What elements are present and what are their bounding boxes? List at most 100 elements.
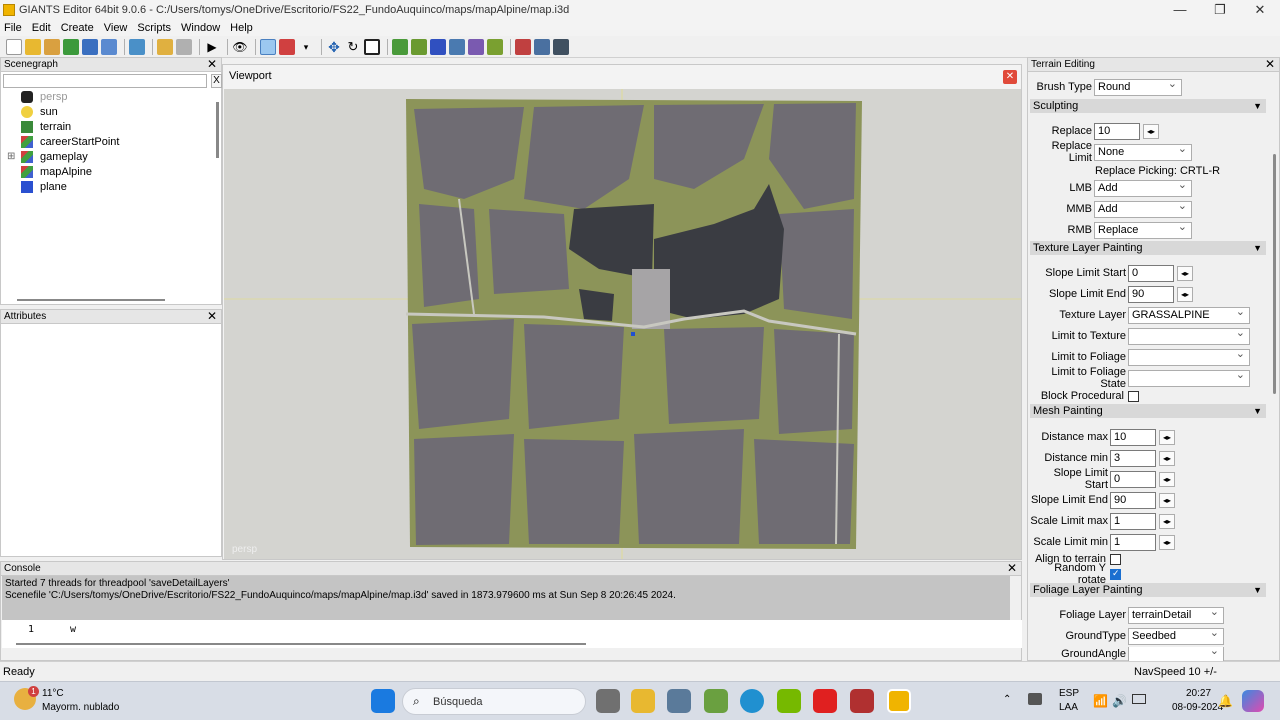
block-procedural-checkbox[interactable] <box>1128 390 1139 402</box>
chevron-down-icon[interactable]: ▾ <box>298 39 314 55</box>
replace-limit-select[interactable]: None <box>1094 142 1192 161</box>
battery-icon[interactable] <box>1132 694 1146 704</box>
select-icon[interactable] <box>260 38 276 55</box>
network-off-icon[interactable] <box>1028 693 1042 705</box>
eye-icon[interactable]: 👁 <box>232 39 248 55</box>
save-icon[interactable] <box>82 38 98 55</box>
limit-to-texture-select[interactable] <box>1128 326 1250 345</box>
menu-view[interactable]: View <box>104 22 128 34</box>
limit-to-foliage-select[interactable] <box>1128 347 1250 366</box>
close-icon[interactable]: ✕ <box>207 58 217 71</box>
marker-icon[interactable] <box>279 38 295 55</box>
foliage-layer-painting-header[interactable]: Foliage Layer Painting ▼ <box>1030 583 1266 597</box>
menu-window[interactable]: Window <box>181 22 220 34</box>
mesh-slope-end-input[interactable]: 90 <box>1110 491 1156 509</box>
edit-file-icon[interactable] <box>44 38 60 55</box>
mesh-slope-start-input[interactable]: 0 <box>1110 470 1156 488</box>
decal-icon[interactable] <box>468 38 484 55</box>
tex-slope-end-spinner[interactable]: ◂▸ <box>1177 286 1193 302</box>
play-icon[interactable]: ▶ <box>204 39 220 55</box>
maximize-button[interactable]: ❐ <box>1200 0 1240 20</box>
redo-icon[interactable] <box>176 38 192 55</box>
terrain-paint-icon[interactable] <box>411 38 427 55</box>
new-file-icon[interactable] <box>6 38 22 55</box>
texture-layer-select[interactable]: GRASSALPINE <box>1128 305 1250 324</box>
limit-to-foliage-state-select[interactable] <box>1128 368 1250 387</box>
scenegraph-item-gameplay[interactable]: gameplay <box>21 149 88 164</box>
youtube-icon[interactable] <box>813 689 837 713</box>
task-view-icon[interactable] <box>596 689 620 713</box>
replace-spinner[interactable]: ◂▸ <box>1143 123 1159 139</box>
sculpting-section-header[interactable]: Sculpting ▼ <box>1030 99 1266 113</box>
mesh-slope-start-spinner[interactable]: ◂▸ <box>1159 471 1175 487</box>
viewport-canvas[interactable]: persp <box>224 89 1021 559</box>
close-icon[interactable]: ✕ <box>1003 70 1017 84</box>
tex-slope-start-input[interactable]: 0 <box>1128 264 1174 282</box>
distance-min-spinner[interactable]: ◂▸ <box>1159 450 1175 466</box>
copilot-icon[interactable] <box>1242 690 1264 712</box>
distance-max-spinner[interactable]: ◂▸ <box>1159 429 1175 445</box>
taskbar-search[interactable]: ⌕ Búsqueda <box>402 688 586 715</box>
minimize-button[interactable]: — <box>1160 0 1200 20</box>
mesh-paint-icon[interactable] <box>449 38 465 55</box>
rmb-select[interactable]: Replace <box>1094 220 1192 239</box>
expand-icon[interactable]: ⊞ <box>7 151 15 162</box>
scale-max-spinner[interactable]: ◂▸ <box>1159 513 1175 529</box>
scenegraph-hscrollbar[interactable] <box>17 299 165 301</box>
nvidia-icon[interactable] <box>777 689 801 713</box>
language-indicator[interactable]: ESP <box>1059 688 1079 699</box>
edge-browser-icon[interactable] <box>740 689 764 713</box>
wifi-icon[interactable]: 📶 <box>1093 694 1108 708</box>
mesh-slope-end-spinner[interactable]: ◂▸ <box>1159 492 1175 508</box>
menu-help[interactable]: Help <box>230 22 253 34</box>
tree-icon[interactable] <box>487 38 503 55</box>
lmb-select[interactable]: Add <box>1094 178 1192 197</box>
notification-bell-icon[interactable]: 🔔 <box>1218 694 1233 708</box>
language-layout[interactable]: LAA <box>1059 702 1078 713</box>
menu-file[interactable]: File <box>4 22 22 34</box>
script-text[interactable]: w <box>70 624 76 635</box>
clock-time[interactable]: 20:27 <box>1186 688 1211 699</box>
close-icon[interactable]: ✕ <box>207 310 217 323</box>
open-folder-icon[interactable] <box>25 38 41 55</box>
xbox-icon[interactable] <box>704 689 728 713</box>
tex-slope-end-input[interactable]: 90 <box>1128 285 1174 303</box>
scale-min-input[interactable]: 1 <box>1110 533 1156 551</box>
scale-icon[interactable] <box>364 38 380 55</box>
move-icon[interactable]: ✥ <box>326 39 342 55</box>
clock-date[interactable]: 08-09-2024 <box>1172 702 1223 713</box>
physics-icon[interactable] <box>515 38 531 55</box>
scenegraph-scrollbar[interactable] <box>216 102 219 158</box>
scenegraph-item-plane[interactable]: plane <box>21 179 67 194</box>
scenegraph-item-persp[interactable]: persp <box>21 89 68 104</box>
console-hscrollbar[interactable] <box>16 643 586 645</box>
ground-type-select[interactable]: Seedbed <box>1128 626 1224 645</box>
terrain-sculpt-icon[interactable] <box>392 38 408 55</box>
brush-type-select[interactable]: Round <box>1094 77 1182 96</box>
foliage-paint-icon[interactable] <box>430 38 446 55</box>
weather-temp[interactable]: 11°C <box>42 688 64 699</box>
replace-input[interactable]: 10 <box>1094 122 1140 140</box>
file-explorer-icon[interactable] <box>631 689 655 713</box>
menu-create[interactable]: Create <box>61 22 94 34</box>
distance-max-input[interactable]: 10 <box>1110 428 1156 446</box>
weather-desc[interactable]: Mayorm. nublado <box>42 702 119 713</box>
giants-editor-taskbar-icon[interactable] <box>887 689 911 713</box>
foliage-layer-select[interactable]: terrainDetail <box>1128 605 1224 624</box>
chevron-up-icon[interactable]: ⌃ <box>1003 694 1011 705</box>
close-icon[interactable]: ✕ <box>1007 562 1017 575</box>
import-icon[interactable] <box>129 38 145 55</box>
winrar-icon[interactable] <box>850 689 874 713</box>
menu-scripts[interactable]: Scripts <box>137 22 171 34</box>
tex-slope-start-spinner[interactable]: ◂▸ <box>1177 265 1193 281</box>
scenegraph-filter-input[interactable] <box>3 74 207 88</box>
clear-filter-button[interactable]: X <box>211 74 222 88</box>
close-window-button[interactable]: ✕ <box>1240 0 1280 20</box>
ground-angle-select[interactable] <box>1128 647 1224 661</box>
undo-icon[interactable] <box>157 38 173 55</box>
terrain-editing-scrollbar[interactable] <box>1273 74 1277 660</box>
windows-start-icon[interactable] <box>371 689 395 713</box>
align-terrain-checkbox[interactable] <box>1110 553 1121 565</box>
scale-max-input[interactable]: 1 <box>1110 512 1156 530</box>
volume-icon[interactable]: 🔊 <box>1112 694 1127 708</box>
